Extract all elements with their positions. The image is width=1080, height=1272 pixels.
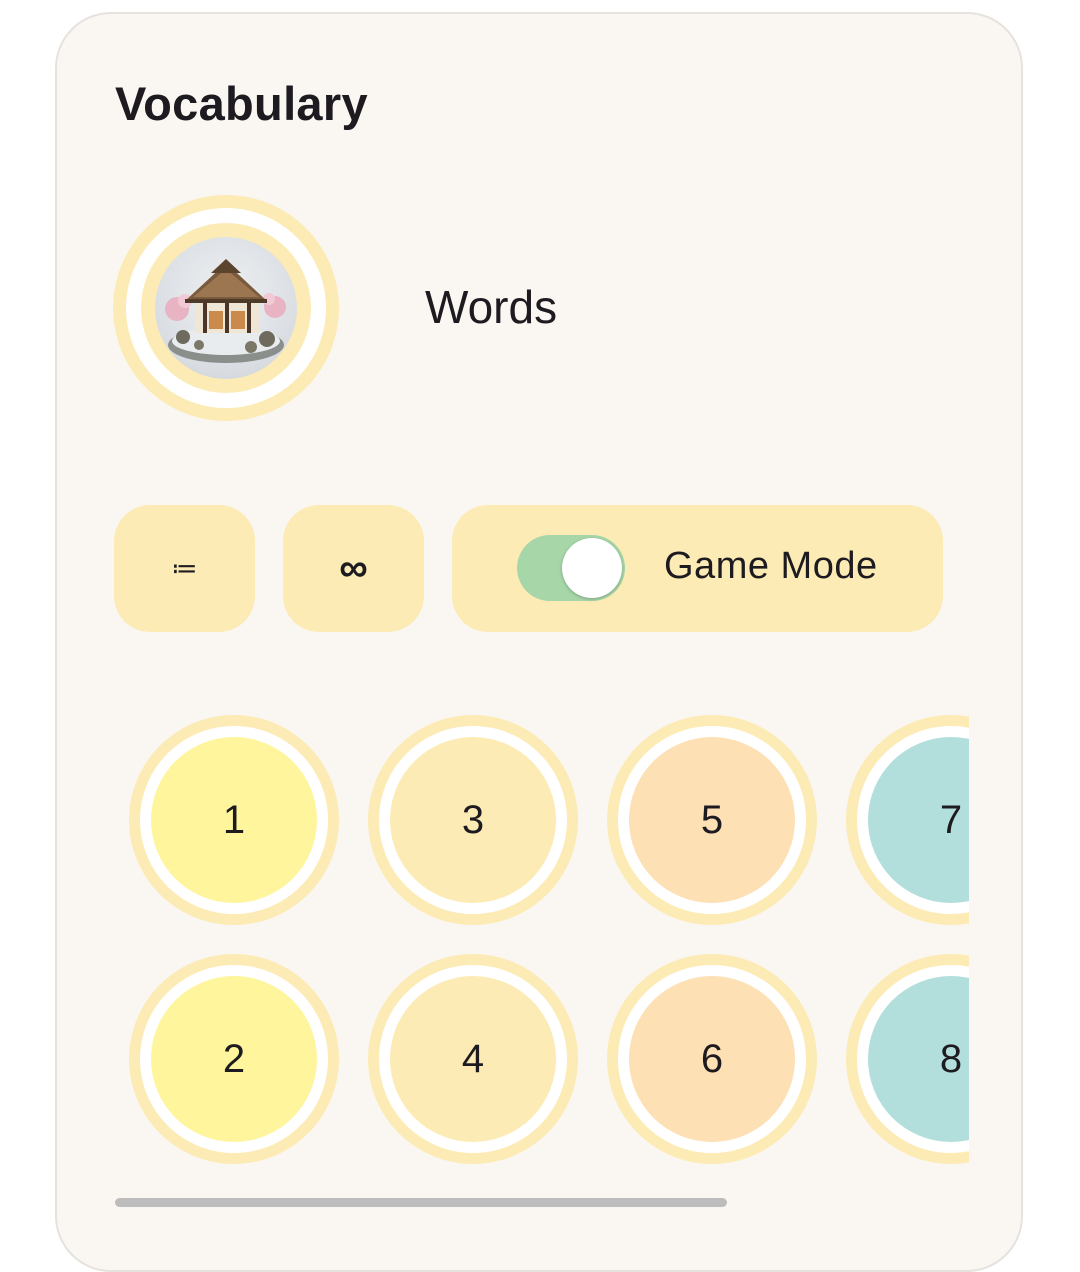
list-view-button[interactable]: ≔	[114, 505, 255, 632]
level-button-4[interactable]: 4	[368, 954, 578, 1164]
level-label: 4	[390, 976, 556, 1142]
horizontal-scrollbar[interactable]	[115, 1198, 727, 1207]
level-label: 2	[151, 976, 317, 1142]
infinite-mode-button[interactable]: ∞	[283, 505, 424, 632]
level-label: 3	[390, 737, 556, 903]
game-mode-chip[interactable]: Game Mode	[452, 505, 943, 632]
level-button-2[interactable]: 2	[129, 954, 339, 1164]
level-grid[interactable]: 1 2 3 4 5 6 7 8	[57, 704, 969, 1174]
infinity-icon: ∞	[339, 546, 368, 590]
thatched-farmhouse-image	[155, 237, 297, 379]
page-title: Vocabulary	[115, 77, 368, 130]
level-button-7[interactable]: 7	[846, 715, 969, 925]
vocabulary-card: Vocabulary Words ≔ ∞ Game Mode 1 2 3 4 5…	[55, 12, 1023, 1272]
level-button-3[interactable]: 3	[368, 715, 578, 925]
level-label: 5	[629, 737, 795, 903]
level-button-6[interactable]: 6	[607, 954, 817, 1164]
game-mode-toggle[interactable]	[517, 535, 625, 601]
level-button-1[interactable]: 1	[129, 715, 339, 925]
deck-avatar[interactable]	[113, 195, 339, 421]
list-icon: ≔	[171, 553, 198, 583]
level-label: 1	[151, 737, 317, 903]
level-button-8[interactable]: 8	[846, 954, 969, 1164]
level-button-5[interactable]: 5	[607, 715, 817, 925]
deck-label[interactable]: Words	[425, 280, 557, 334]
level-label: 6	[629, 976, 795, 1142]
game-mode-label: Game Mode	[664, 545, 878, 587]
toggle-thumb	[562, 538, 622, 598]
